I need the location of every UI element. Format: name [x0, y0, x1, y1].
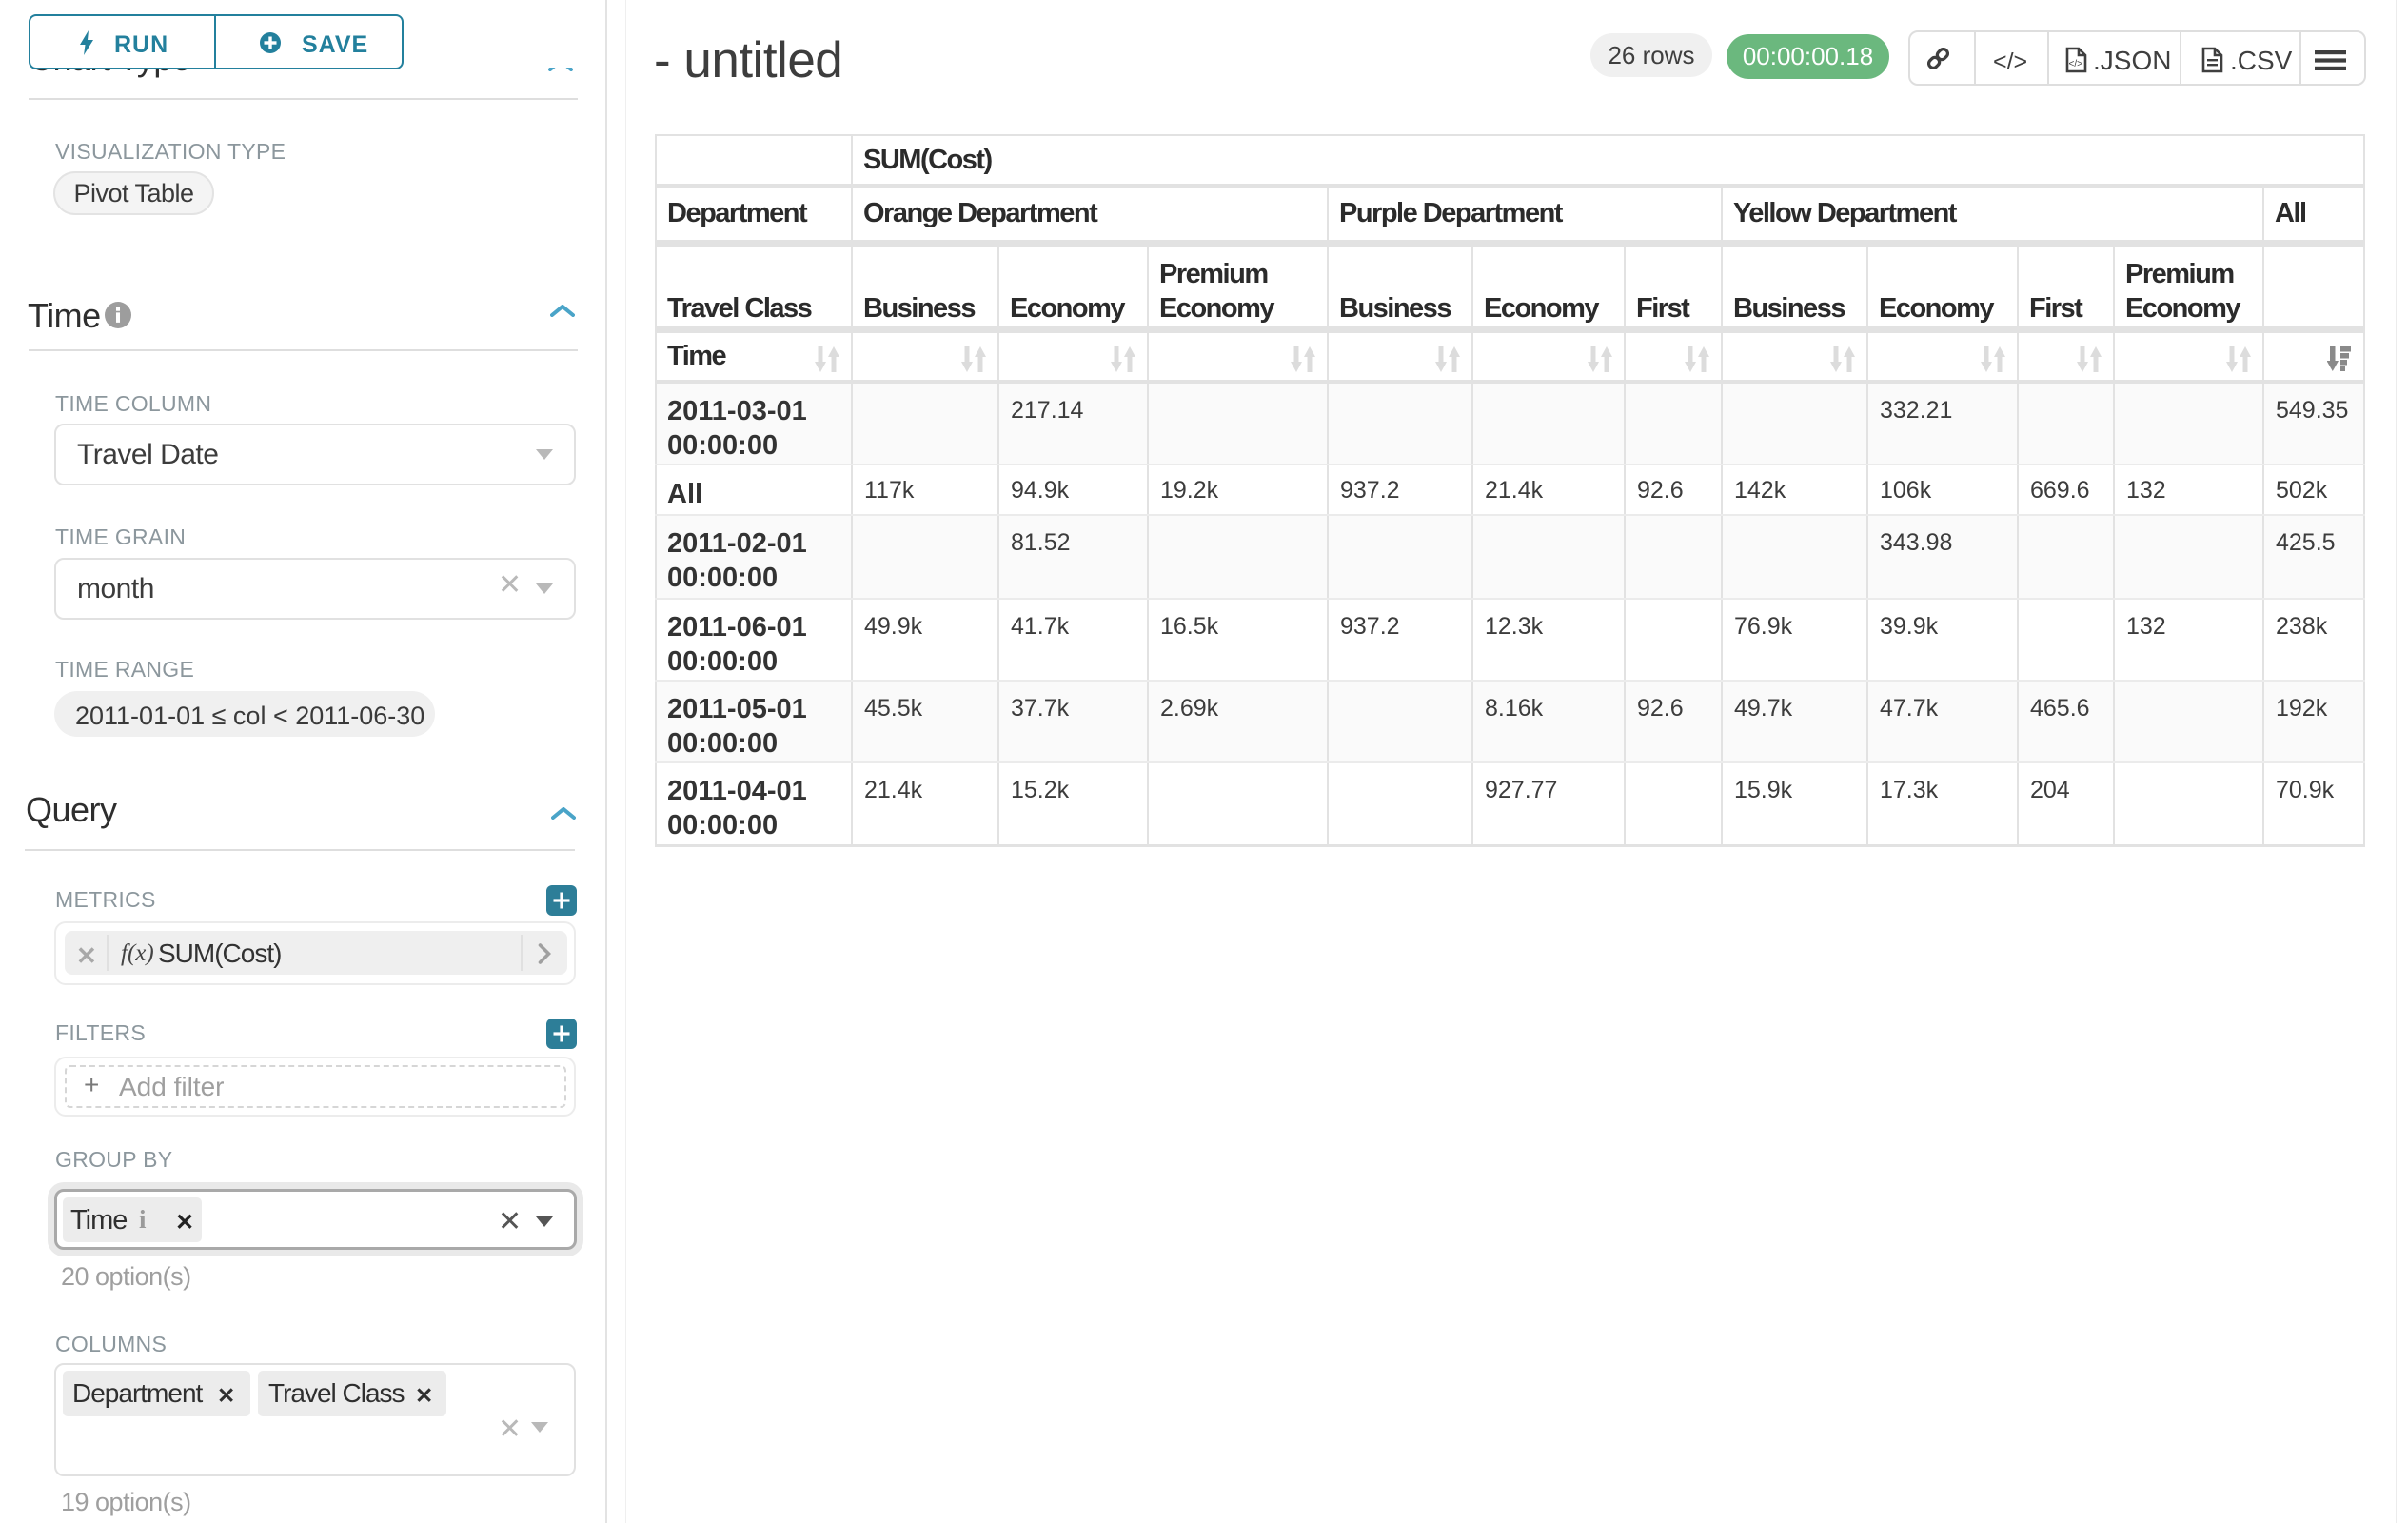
svg-text:</>: </>: [2069, 59, 2083, 69]
